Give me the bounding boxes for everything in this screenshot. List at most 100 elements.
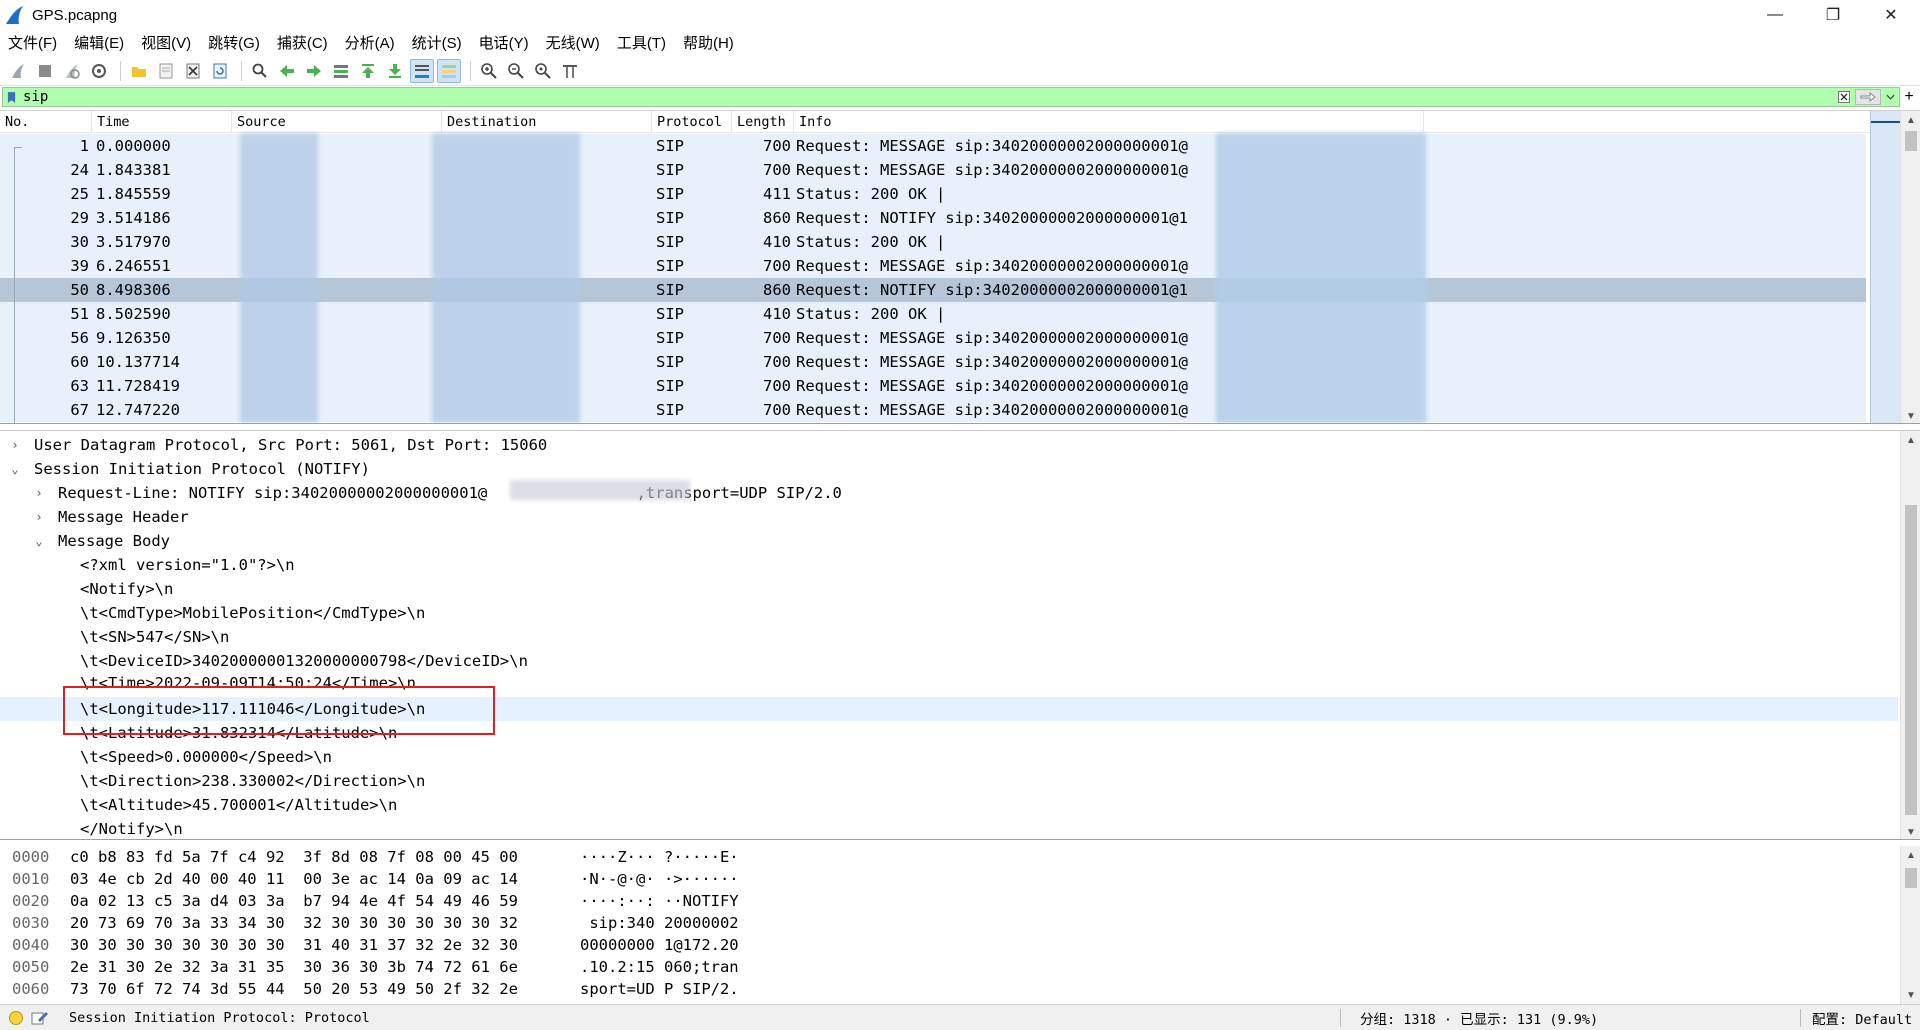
profile-label[interactable]: 配置: Default [1812, 1008, 1912, 1028]
scrollbar-thumb[interactable] [1905, 868, 1917, 888]
resize-columns-icon[interactable] [558, 59, 582, 83]
detail-sip[interactable]: ⌄ Session Initiation Protocol (NOTIFY) [0, 457, 1898, 481]
find-packet-icon[interactable] [248, 59, 272, 83]
capture-comment-icon[interactable] [31, 1010, 49, 1026]
reload-file-icon[interactable] [208, 59, 232, 83]
open-file-icon[interactable] [127, 59, 151, 83]
menu-telephony[interactable]: 电话(Y) [479, 32, 529, 53]
collapse-icon[interactable]: ⌄ [8, 462, 22, 476]
detail-xml-line[interactable]: \t<DeviceID>34020000001320000000798</Dev… [0, 649, 1898, 673]
bytes-ascii[interactable]: .10.2:15 060;tran [580, 958, 739, 976]
menu-view[interactable]: 视图(V) [141, 32, 191, 53]
column-header-length[interactable]: Length [732, 111, 794, 132]
packet-list-minimap[interactable] [1870, 111, 1901, 423]
detail-request-line[interactable]: › Request-Line: NOTIFY sip:34020000002000… [0, 481, 1898, 505]
zoom-normal-icon[interactable] [531, 59, 555, 83]
display-filter-bar: + [0, 86, 1920, 108]
bytes-ascii[interactable]: ····:··: ··NOTIFY [580, 892, 739, 910]
scroll-up-icon[interactable]: ▲ [1901, 846, 1920, 864]
column-header-protocol[interactable]: Protocol [652, 111, 732, 132]
zoom-in-icon[interactable] [477, 59, 501, 83]
menu-analyze[interactable]: 分析(A) [345, 32, 395, 53]
menu-edit[interactable]: 编辑(E) [74, 32, 124, 53]
menu-statistics[interactable]: 统计(S) [412, 32, 462, 53]
detail-message-body[interactable]: ⌄ Message Body [0, 529, 1898, 553]
go-to-packet-icon[interactable] [329, 59, 353, 83]
filter-bookmark-icon[interactable] [3, 88, 19, 106]
menu-help[interactable]: 帮助(H) [683, 32, 734, 53]
bytes-ascii[interactable]: 00000000 1@172.20 [580, 936, 739, 954]
restore-button[interactable]: ❐ [1804, 0, 1862, 30]
menu-tools[interactable]: 工具(T) [617, 32, 666, 53]
detail-udp[interactable]: › User Datagram Protocol, Src Port: 5061,… [0, 433, 1898, 457]
go-forward-icon[interactable] [302, 59, 326, 83]
scroll-down-icon[interactable]: ▼ [1901, 407, 1920, 423]
expert-info-indicator-icon[interactable] [9, 1010, 23, 1025]
bytes-hex[interactable]: 2e 31 30 2e 32 3a 31 35 30 36 30 3b 74 7… [70, 958, 518, 976]
go-first-icon[interactable] [356, 59, 380, 83]
autoscroll-icon[interactable] [410, 58, 434, 83]
detail-xml-line[interactable]: \t<CmdType>MobilePosition</CmdType>\n [0, 601, 1898, 625]
bytes-hex[interactable]: 03 4e cb 2d 40 00 40 11 00 3e ac 14 0a 0… [70, 870, 518, 888]
filter-dropdown-icon[interactable] [1881, 89, 1899, 105]
scroll-up-icon[interactable]: ▲ [1901, 111, 1920, 129]
bytes-ascii[interactable]: sport=UD P SIP/2. [580, 980, 739, 998]
collapse-icon[interactable]: ⌄ [32, 534, 46, 548]
column-header-time[interactable]: Time [92, 111, 232, 132]
scroll-down-icon[interactable]: ▼ [1901, 986, 1920, 1004]
packet-cell-time: 10.137714 [96, 353, 180, 371]
clear-filter-icon[interactable] [1835, 89, 1853, 105]
packet-cell-protocol: SIP [656, 137, 684, 155]
detail-xml-line[interactable]: </Notify>\n [0, 817, 1898, 839]
bytes-hex[interactable]: 20 73 69 70 3a 33 34 30 32 30 30 30 30 3… [70, 914, 518, 932]
start-capture-icon[interactable] [6, 59, 30, 83]
expand-icon[interactable]: › [32, 510, 46, 524]
detail-xml-line[interactable]: <Notify>\n [0, 577, 1898, 601]
details-scrollbar[interactable]: ▲ ▼ [1900, 431, 1920, 839]
detail-xml-line[interactable]: <?xml version="1.0"?>\n [0, 553, 1898, 577]
scrollbar-thumb[interactable] [1905, 505, 1917, 815]
bytes-ascii[interactable]: ·N·-@·@· ·>······ [580, 870, 739, 888]
capture-options-icon[interactable] [87, 59, 111, 83]
close-button[interactable]: ✕ [1862, 0, 1920, 30]
column-header-no[interactable]: No. [0, 111, 92, 132]
close-file-icon[interactable] [181, 59, 205, 83]
detail-xml-line[interactable]: \t<Speed>0.000000</Speed>\n [0, 745, 1898, 769]
bytes-hex[interactable]: 73 70 6f 72 74 3d 55 44 50 20 53 49 50 2… [70, 980, 518, 998]
menu-go[interactable]: 跳转(G) [208, 32, 260, 53]
detail-xml-line[interactable]: \t<Direction>238.330002</Direction>\n [0, 769, 1898, 793]
bytes-hex[interactable]: 30 30 30 30 30 30 30 30 31 40 31 37 32 2… [70, 936, 518, 954]
scroll-up-icon[interactable]: ▲ [1901, 431, 1920, 449]
detail-message-header[interactable]: › Message Header [0, 505, 1898, 529]
save-file-icon[interactable] [154, 59, 178, 83]
detail-xml-line[interactable]: \t<SN>547</SN>\n [0, 625, 1898, 649]
zoom-out-icon[interactable] [504, 59, 528, 83]
apply-filter-icon[interactable] [1855, 89, 1881, 105]
bytes-ascii[interactable]: sip:340 20000002 [580, 914, 738, 932]
expand-icon[interactable]: › [8, 438, 22, 452]
packet-list-scrollbar[interactable]: ▲ ▼ [1900, 111, 1920, 423]
colorize-icon[interactable] [437, 58, 461, 83]
column-header-destination[interactable]: Destination [442, 111, 652, 132]
expand-icon[interactable]: › [32, 486, 46, 500]
column-header-source[interactable]: Source [232, 111, 442, 132]
bytes-hex[interactable]: c0 b8 83 fd 5a 7f c4 92 3f 8d 08 7f 08 0… [70, 848, 518, 866]
menu-wireless[interactable]: 无线(W) [546, 32, 600, 53]
bytes-offset: 0000 [12, 848, 50, 866]
bytes-scrollbar[interactable]: ▲ ▼ [1900, 846, 1920, 1004]
go-back-icon[interactable] [275, 59, 299, 83]
scroll-down-icon[interactable]: ▼ [1901, 823, 1920, 839]
menu-file[interactable]: 文件(F) [8, 32, 57, 53]
menu-capture[interactable]: 捕获(C) [277, 32, 328, 53]
column-header-info[interactable]: Info [794, 111, 1424, 132]
minimize-button[interactable]: — [1746, 0, 1804, 30]
restart-capture-icon[interactable] [60, 59, 84, 83]
add-filter-button-icon[interactable]: + [1901, 87, 1917, 107]
bytes-hex[interactable]: 0a 02 13 c5 3a d4 03 3a b7 94 4e 4f 54 4… [70, 892, 518, 910]
stop-capture-icon[interactable] [33, 59, 57, 83]
scrollbar-thumb[interactable] [1905, 131, 1917, 151]
go-last-icon[interactable] [383, 59, 407, 83]
display-filter-input[interactable] [19, 88, 1835, 106]
detail-xml-line[interactable]: \t<Altitude>45.700001</Altitude>\n [0, 793, 1898, 817]
bytes-ascii[interactable]: ····Z··· ?·····E· [580, 848, 739, 866]
